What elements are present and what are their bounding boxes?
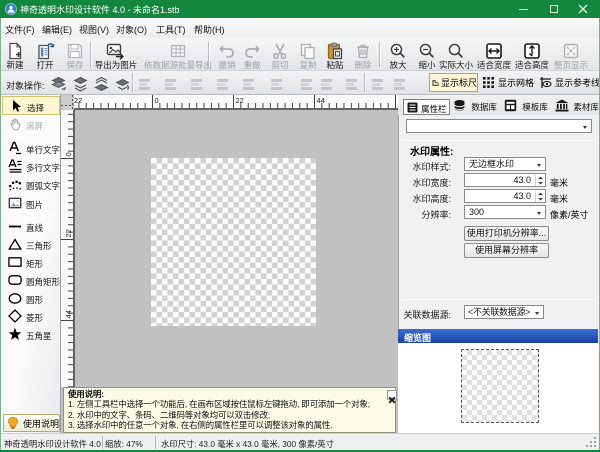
svg-text:44: 44 <box>64 310 73 318</box>
svg-text:44: 44 <box>317 96 325 105</box>
svg-text:22: 22 <box>74 96 82 105</box>
svg-text:22: 22 <box>236 96 244 105</box>
svg-text:0: 0 <box>155 96 159 105</box>
svg-text:22: 22 <box>64 229 73 237</box>
svg-text:0: 0 <box>64 152 73 156</box>
